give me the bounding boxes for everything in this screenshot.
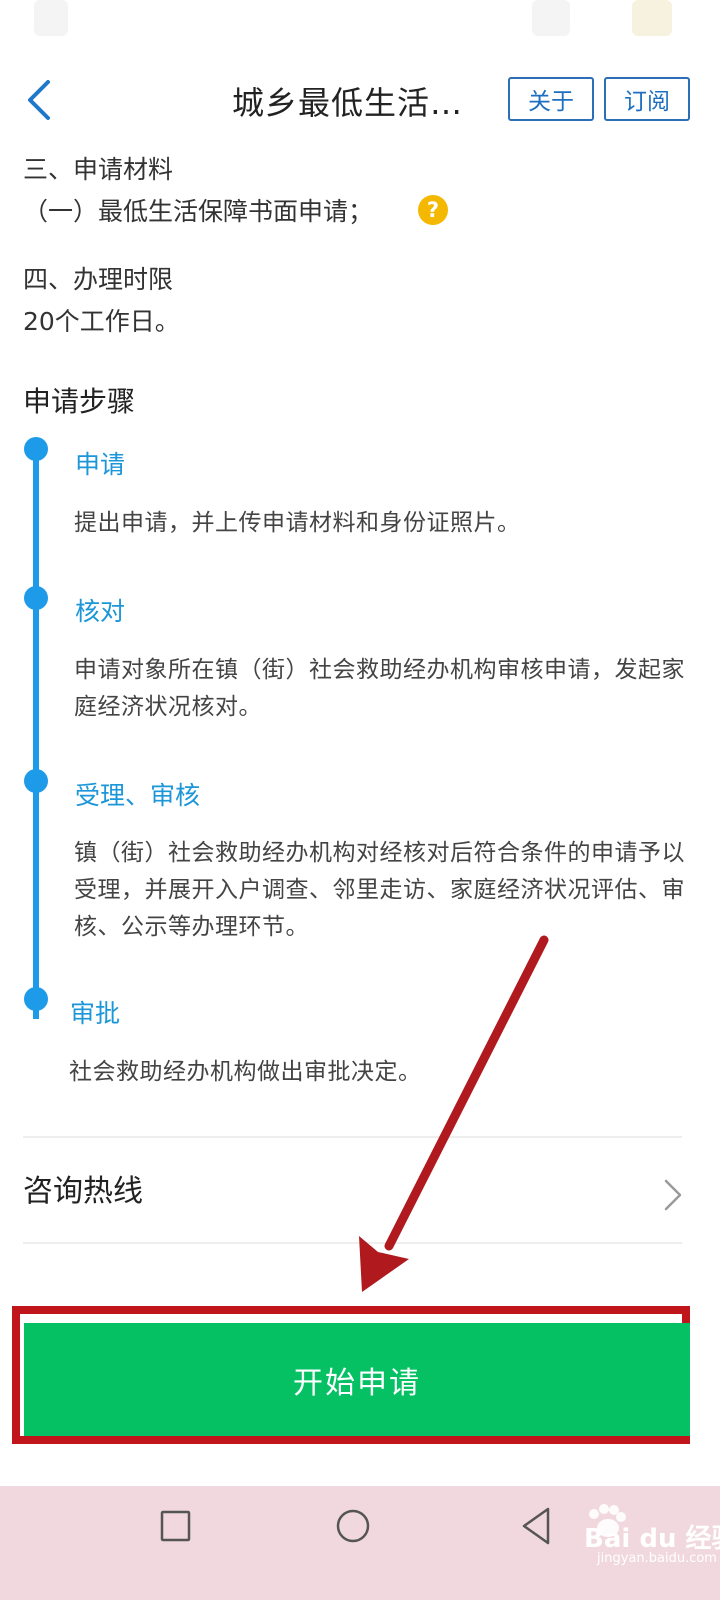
about-button[interactable]: 关于: [508, 77, 594, 121]
subscribe-button[interactable]: 订阅: [604, 77, 690, 121]
back-button[interactable]: [22, 78, 62, 124]
chevron-right-icon: [664, 1179, 682, 1211]
timeline-dot: [24, 769, 48, 793]
timeline-dot: [24, 586, 48, 610]
help-icon[interactable]: ?: [418, 195, 448, 225]
timeline-dot: [24, 437, 48, 461]
status-bar-icon: [632, 0, 672, 36]
back-nav-icon[interactable]: [518, 1505, 554, 1547]
timeline-line: [33, 447, 39, 1019]
step-description: 提出申请，并上传申请材料和身份证照片。: [74, 510, 521, 536]
materials-heading: 三、申请材料: [23, 155, 174, 184]
step-title: 审批: [70, 999, 121, 1028]
watermark-brand: Bai du 经验: [584, 1524, 720, 1554]
step-title: 申请: [75, 450, 126, 479]
home-icon[interactable]: [334, 1507, 372, 1545]
page-title: 城乡最低生活…: [232, 84, 464, 122]
start-application-button[interactable]: 开始申请: [24, 1323, 690, 1436]
step-title: 核对: [75, 597, 126, 626]
back-arrow-icon: [28, 80, 50, 120]
step-description: 镇（街）社会救助经办机构对经核对后符合条件的申请予以受理，并展开入户调查、邻里走…: [74, 840, 685, 940]
recents-icon[interactable]: [160, 1510, 192, 1544]
step-description: 社会救助经办机构做出审批决定。: [69, 1059, 422, 1085]
materials-item: （一）最低生活保障书面申请；: [23, 197, 374, 226]
status-bar-icon: [34, 0, 68, 36]
step-description: 申请对象所在镇（街）社会救助经办机构审核申请，发起家庭经济状况核对。: [74, 657, 685, 720]
divider: [23, 1242, 682, 1244]
steps-section-title: 申请步骤: [23, 385, 136, 418]
divider: [23, 1136, 682, 1138]
watermark-url: jingyan.baidu.com: [597, 1551, 717, 1566]
time-limit-value: 20个工作日。: [23, 307, 180, 336]
time-limit-heading: 四、办理时限: [23, 265, 174, 294]
status-bar-icon: [532, 0, 570, 36]
timeline-dot: [24, 987, 48, 1011]
hotline-label: 咨询热线: [23, 1174, 143, 1209]
step-title: 受理、审核: [75, 781, 201, 810]
